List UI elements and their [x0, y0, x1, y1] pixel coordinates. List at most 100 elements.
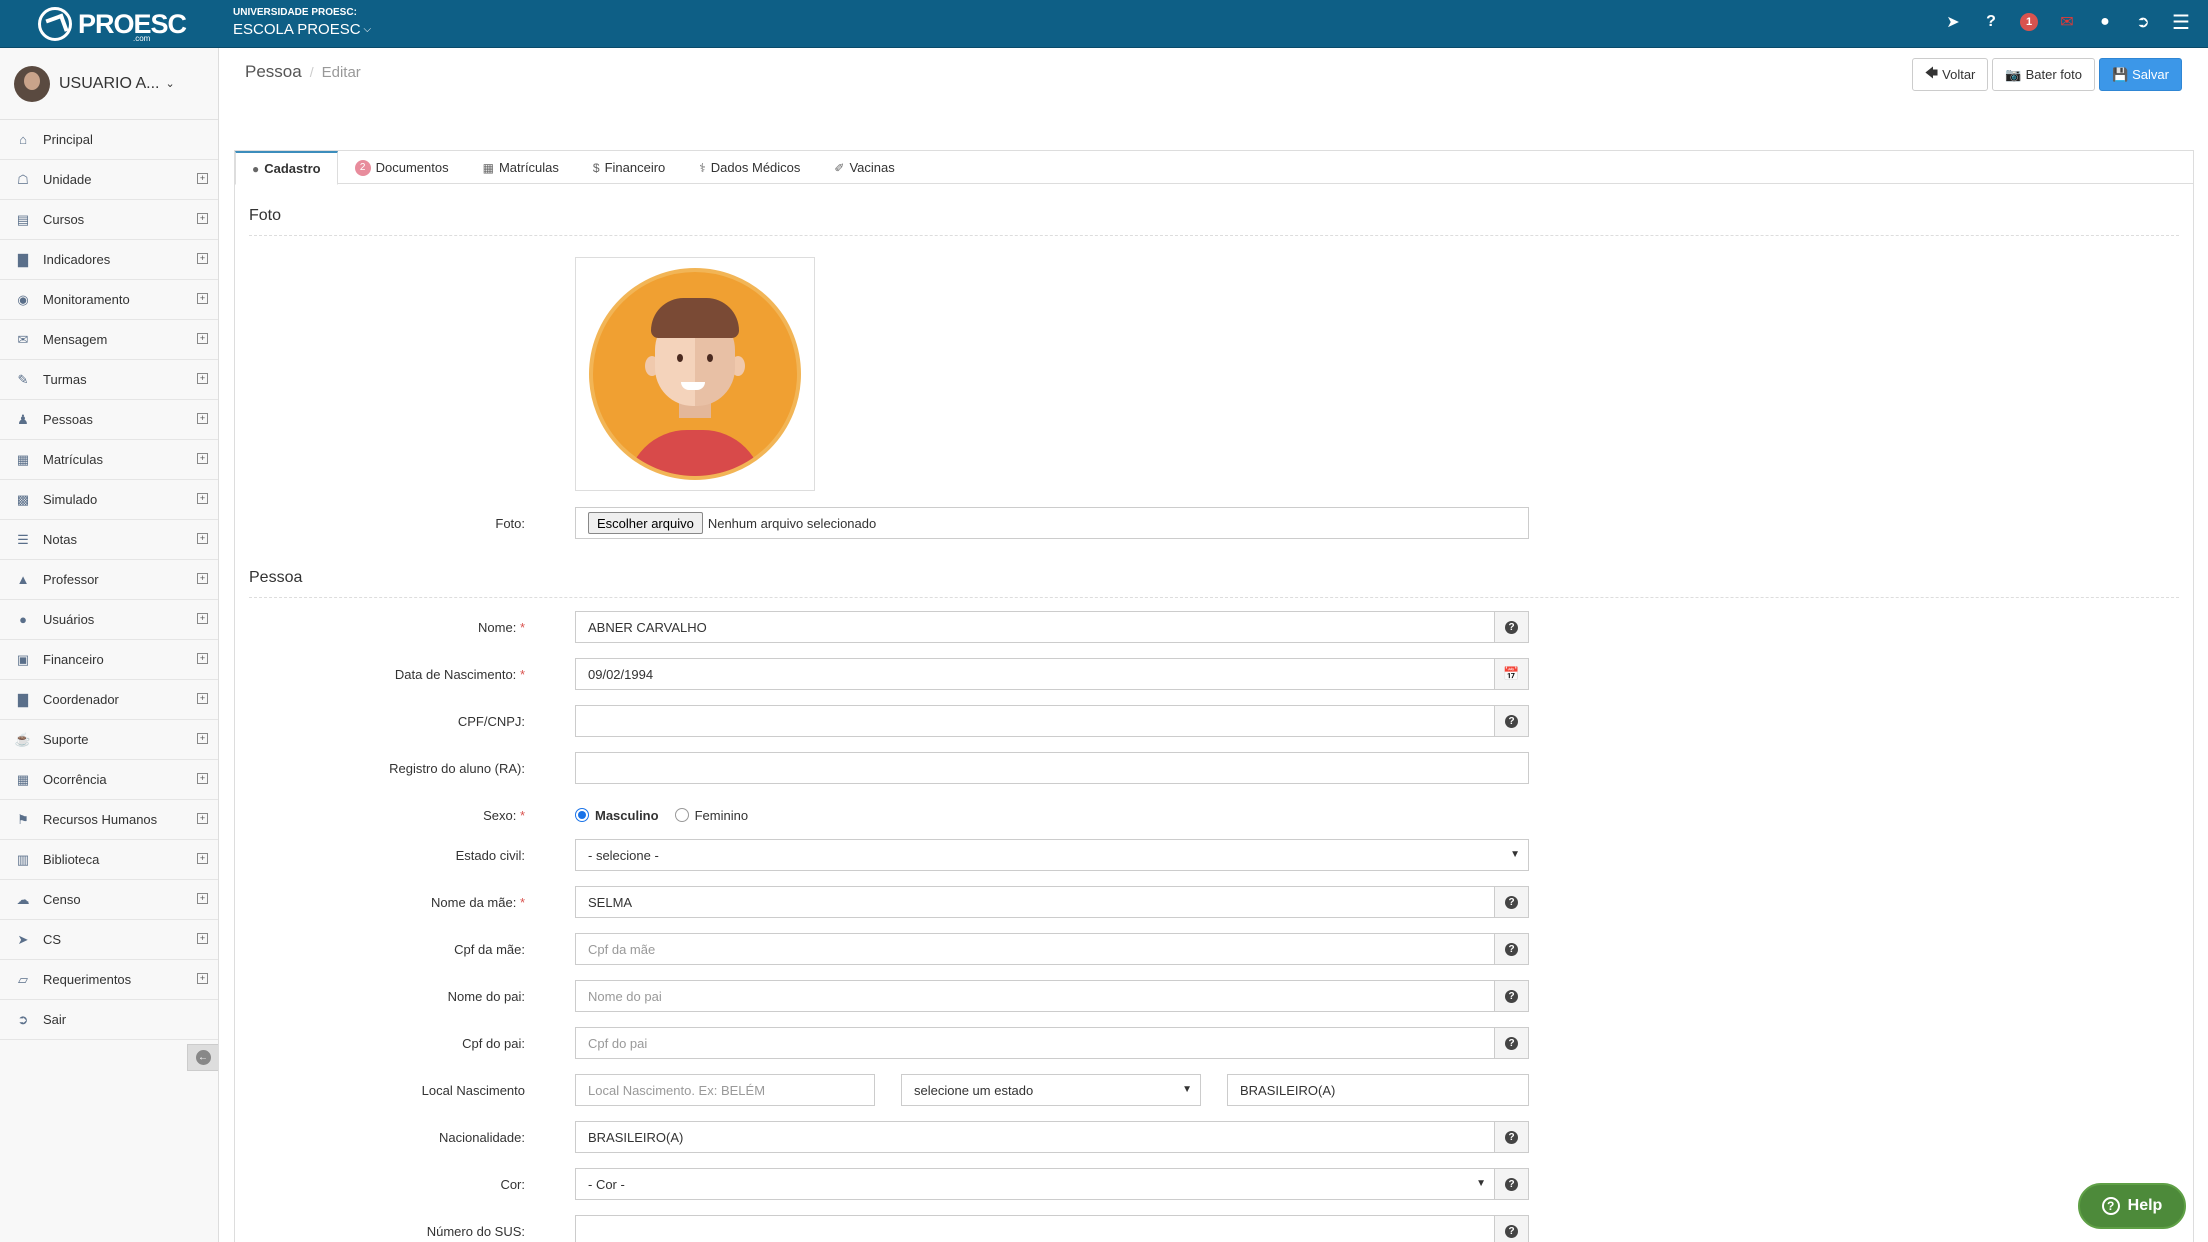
sus-input[interactable] [575, 1215, 1495, 1242]
pai-help-button[interactable]: ? [1495, 980, 1529, 1012]
nome-input[interactable]: ABNER CARVALHO [575, 611, 1495, 643]
question-icon[interactable]: ? [1982, 13, 2000, 31]
plus-square-icon[interactable]: + [197, 333, 208, 344]
cpf-pai-input[interactable]: Cpf do pai [575, 1027, 1495, 1059]
notification-badge[interactable]: 1 [2020, 13, 2038, 31]
sidebar-item-matrículas[interactable]: ▦ Matrículas + [0, 440, 218, 480]
sidebar-item-unidade[interactable]: ☖ Unidade + [0, 160, 218, 200]
collapse-sidebar-button[interactable]: ← [187, 1044, 218, 1071]
tab-financeiro[interactable]: $ Financeiro [576, 151, 682, 184]
school-selector[interactable]: UNIVERSIDADE PROESC: ESCOLA PROESC ⌵ [233, 7, 371, 38]
nacionalidade-input[interactable]: BRASILEIRO(A) [575, 1121, 1495, 1153]
sidebar-item-requerimentos[interactable]: ▱ Requerimentos + [0, 960, 218, 1000]
sidebar-item-pessoas[interactable]: ♟ Pessoas + [0, 400, 218, 440]
cpf-pai-help-button[interactable]: ? [1495, 1027, 1529, 1059]
proesc-logo[interactable]: PROESC .com [38, 6, 187, 43]
sidebar-item-sair[interactable]: ➲ Sair [0, 1000, 218, 1040]
choose-file-button[interactable]: Escolher arquivo [588, 512, 703, 534]
plus-square-icon[interactable]: + [197, 893, 208, 904]
plus-square-icon[interactable]: + [197, 773, 208, 784]
sidebar-item-suporte[interactable]: ☕ Suporte + [0, 720, 218, 760]
sidebar-item-ocorrência[interactable]: ▦ Ocorrência + [0, 760, 218, 800]
tab-cadastro[interactable]: ● Cadastro [235, 151, 338, 185]
sidebar-item-simulado[interactable]: ▩ Simulado + [0, 480, 218, 520]
sus-help-button[interactable]: ? [1495, 1215, 1529, 1242]
plus-square-icon[interactable]: + [197, 373, 208, 384]
take-photo-button[interactable]: 📷 Bater foto [1992, 58, 2095, 91]
nacionalidade-local-input[interactable]: BRASILEIRO(A) [1227, 1074, 1529, 1106]
tab-dados-médicos[interactable]: ⚕ Dados Médicos [682, 151, 817, 184]
save-button[interactable]: 💾 Salvar [2098, 58, 2182, 91]
plus-square-icon[interactable]: + [197, 453, 208, 464]
user-icon: ● [19, 612, 27, 627]
question-circle-icon: ? [1505, 942, 1518, 956]
sidebar-item-usuários[interactable]: ● Usuários + [0, 600, 218, 640]
pai-input[interactable]: Nome do pai [575, 980, 1495, 1012]
sidebar-item-censo[interactable]: ☁ Censo + [0, 880, 218, 920]
estado-select[interactable]: selecione um estado ▼ [901, 1074, 1201, 1106]
sidebar-item-turmas[interactable]: ✎ Turmas + [0, 360, 218, 400]
plus-square-icon[interactable]: + [197, 413, 208, 424]
bar-chart-icon: ▇ [18, 691, 28, 707]
sidebar-item-biblioteca[interactable]: ▥ Biblioteca + [0, 840, 218, 880]
nome-help-button[interactable]: ? [1495, 611, 1529, 643]
plus-square-icon[interactable]: + [197, 293, 208, 304]
plus-square-icon[interactable]: + [197, 173, 208, 184]
radio-masculino[interactable] [575, 808, 589, 822]
cpf-mae-input[interactable]: Cpf da mãe [575, 933, 1495, 965]
cpf-input[interactable] [575, 705, 1495, 737]
sidebar-item-mensagem[interactable]: ✉ Mensagem + [0, 320, 218, 360]
plus-square-icon[interactable]: + [197, 613, 208, 624]
plus-square-icon[interactable]: + [197, 253, 208, 264]
sidebar-item-professor[interactable]: ▲ Professor + [0, 560, 218, 600]
estado-civil-select[interactable]: - selecione - ▼ [575, 839, 1529, 871]
sidebar-item-indicadores[interactable]: ▇ Indicadores + [0, 240, 218, 280]
ra-input[interactable] [575, 752, 1529, 784]
user-icon[interactable]: ● [2096, 13, 2114, 31]
sidebar-item-coordenador[interactable]: ▇ Coordenador + [0, 680, 218, 720]
plus-square-icon[interactable]: + [197, 573, 208, 584]
plus-square-icon[interactable]: + [197, 813, 208, 824]
sidebar-item-cs[interactable]: ➤ CS + [0, 920, 218, 960]
foto-file-input[interactable]: Escolher arquivo Nenhum arquivo selecion… [575, 507, 1529, 539]
mae-help-button[interactable]: ? [1495, 886, 1529, 918]
menu-icon[interactable]: ☰ [2172, 12, 2190, 34]
mail-icon[interactable]: ✉ [2058, 13, 2076, 31]
local-nascimento-input[interactable]: Local Nascimento. Ex: BELÉM [575, 1074, 875, 1106]
cor-select[interactable]: - Cor - ▼ [575, 1168, 1495, 1200]
sidebar-item-principal[interactable]: ⌂ Principal [0, 120, 218, 160]
nacionalidade-row: Nacionalidade: BRASILEIRO(A)? [235, 1121, 1535, 1153]
plus-square-icon[interactable]: + [197, 733, 208, 744]
plus-square-icon[interactable]: + [197, 653, 208, 664]
tab-vacinas[interactable]: ✐ Vacinas [817, 151, 911, 184]
cpf-mae-help-button[interactable]: ? [1495, 933, 1529, 965]
estado-value: selecione um estado [914, 1082, 1034, 1098]
help-button[interactable]: ? Help [2078, 1183, 2186, 1229]
plus-square-icon[interactable]: + [197, 853, 208, 864]
plus-square-icon[interactable]: + [197, 533, 208, 544]
plus-square-icon[interactable]: + [197, 213, 208, 224]
tab-documentos[interactable]: 2 Documentos [338, 151, 466, 184]
sidebar-item-cursos[interactable]: ▤ Cursos + [0, 200, 218, 240]
breadcrumb-current[interactable]: Pessoa [245, 62, 302, 81]
sidebar-item-financeiro[interactable]: ▣ Financeiro + [0, 640, 218, 680]
plus-square-icon[interactable]: + [197, 973, 208, 984]
user-menu[interactable]: USUARIO A... ⌄ [0, 48, 218, 120]
back-button[interactable]: 🡄 Voltar [1911, 58, 1989, 91]
mae-input[interactable]: SELMA [575, 886, 1495, 918]
sidebar-item-monitoramento[interactable]: ◉ Monitoramento + [0, 280, 218, 320]
logout-icon[interactable]: ➲ [2134, 13, 2152, 31]
plus-square-icon[interactable]: + [197, 933, 208, 944]
nascimento-input[interactable]: 09/02/1994 [575, 658, 1495, 690]
tab-matrículas[interactable]: ▦ Matrículas [466, 151, 576, 184]
cpf-help-button[interactable]: ? [1495, 705, 1529, 737]
rocket-icon[interactable]: ➤ [1944, 13, 1962, 31]
nacionalidade-help-button[interactable]: ? [1495, 1121, 1529, 1153]
radio-feminino[interactable] [674, 808, 689, 822]
plus-square-icon[interactable]: + [197, 693, 208, 704]
cor-help-button[interactable]: ? [1495, 1168, 1529, 1200]
sidebar-item-notas[interactable]: ☰ Notas + [0, 520, 218, 560]
plus-square-icon[interactable]: + [197, 493, 208, 504]
calendar-button[interactable]: 📅 [1495, 658, 1529, 690]
sidebar-item-recursos-humanos[interactable]: ⚑ Recursos Humanos + [0, 800, 218, 840]
